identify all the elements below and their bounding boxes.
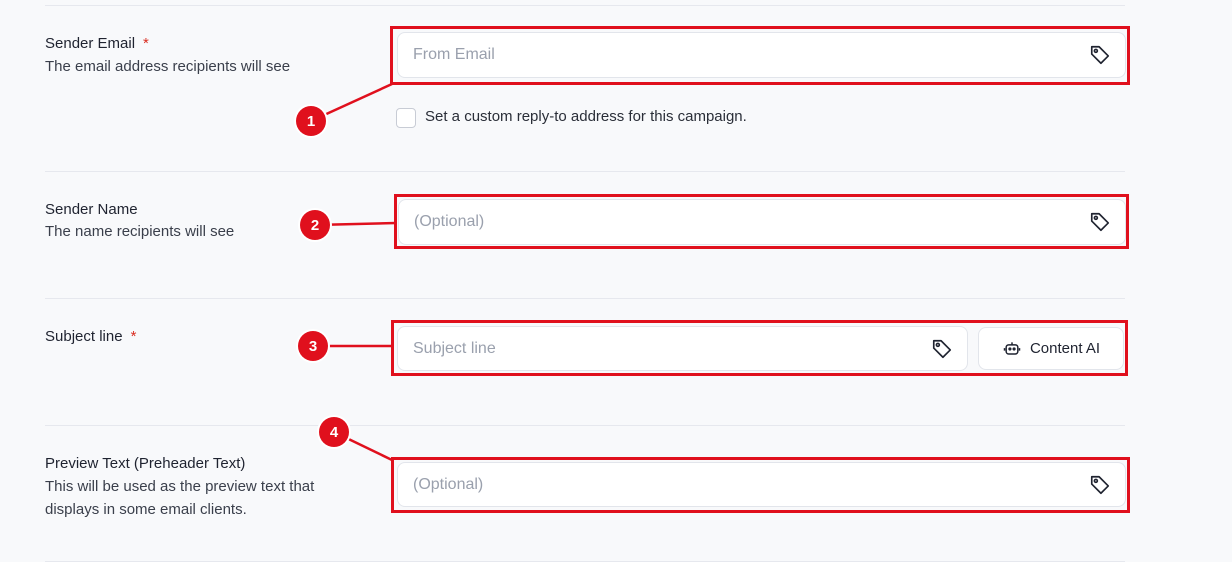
preview-text-placeholder: (Optional) bbox=[413, 475, 484, 493]
preview-text-description: This will be used as the preview text th… bbox=[45, 478, 315, 518]
annotation-badge-2: 2 bbox=[300, 210, 330, 240]
required-marker: * bbox=[143, 35, 149, 52]
sender-email-input[interactable]: From Email bbox=[397, 32, 1126, 78]
tag-icon[interactable] bbox=[931, 338, 953, 360]
subject-line-placeholder: Subject line bbox=[413, 339, 496, 357]
sender-name-input[interactable]: (Optional) bbox=[398, 199, 1126, 245]
section-divider bbox=[45, 425, 1125, 426]
reply-to-label[interactable]: Set a custom reply-to address for this c… bbox=[425, 108, 747, 125]
annotation-badge-1: 1 bbox=[296, 106, 326, 136]
content-ai-label: Content AI bbox=[1029, 340, 1101, 357]
robot-icon bbox=[1003, 341, 1021, 355]
subject-line-title: Subject line * bbox=[45, 328, 137, 345]
sender-email-title: Sender Email * bbox=[45, 35, 149, 52]
sender-email-placeholder: From Email bbox=[413, 46, 495, 63]
tag-icon[interactable] bbox=[1089, 211, 1111, 233]
section-divider bbox=[45, 171, 1125, 172]
subject-line-input[interactable]: Subject line bbox=[397, 326, 968, 371]
content-ai-button[interactable]: Content AI bbox=[978, 327, 1124, 370]
preview-text-input[interactable]: (Optional) bbox=[397, 462, 1126, 507]
sender-email-description: The email address recipients will see bbox=[45, 58, 291, 75]
section-divider bbox=[45, 5, 1125, 6]
reply-to-checkbox[interactable] bbox=[396, 108, 416, 128]
sender-name-title: Sender Name bbox=[45, 201, 138, 218]
sender-name-placeholder: (Optional) bbox=[414, 213, 485, 230]
tag-icon[interactable] bbox=[1089, 474, 1111, 496]
annotation-badge-4: 4 bbox=[319, 417, 349, 447]
tag-icon[interactable] bbox=[1089, 44, 1111, 66]
annotation-badge-3: 3 bbox=[298, 331, 328, 361]
preview-text-title: Preview Text (Preheader Text) bbox=[45, 455, 246, 472]
required-marker: * bbox=[130, 328, 137, 345]
section-divider bbox=[45, 298, 1125, 299]
